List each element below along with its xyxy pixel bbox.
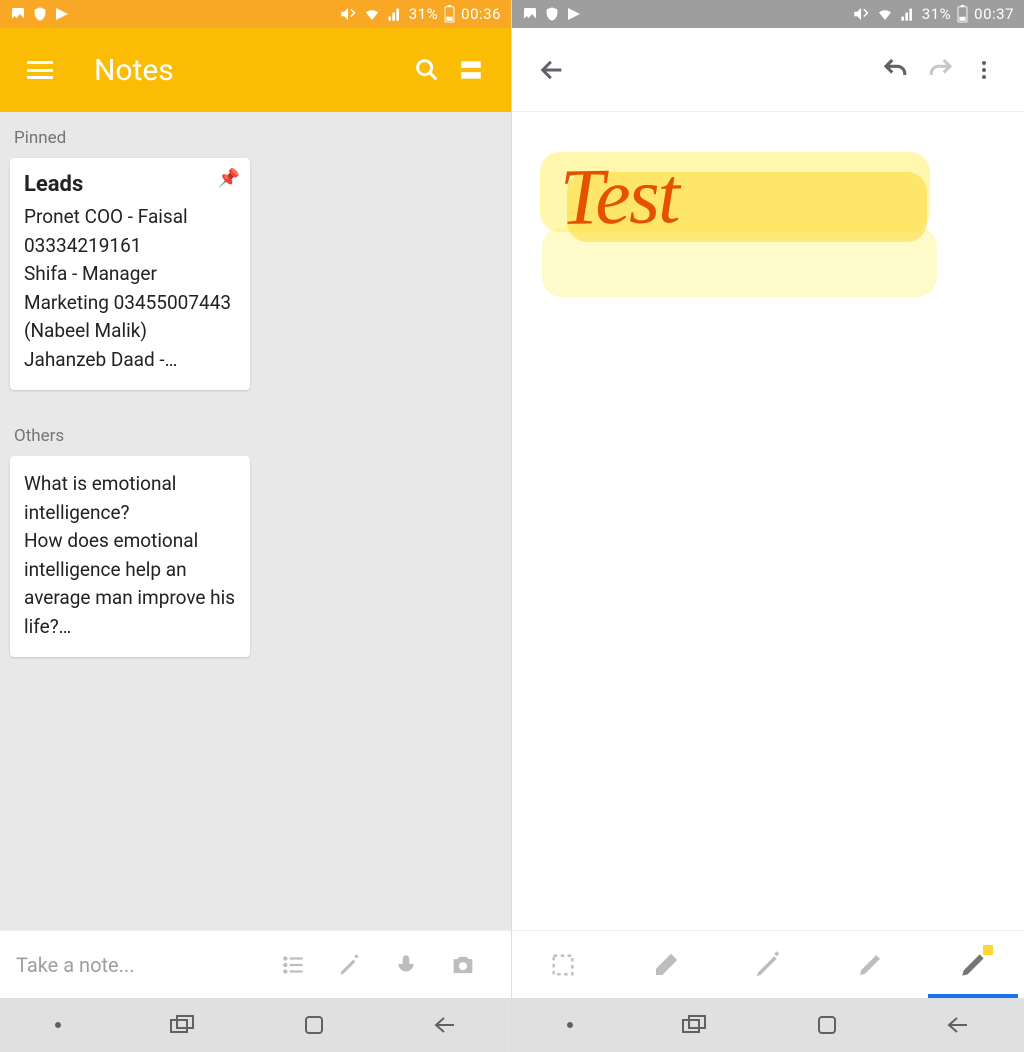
view-toggle-button[interactable] xyxy=(449,48,493,92)
note-title: Leads xyxy=(24,172,236,197)
nav-dot[interactable] xyxy=(53,1020,63,1030)
nav-home-button[interactable] xyxy=(302,1013,326,1037)
note-card-pinned[interactable]: 📌 Leads Pronet COO - Faisal 03334219161 … xyxy=(10,158,250,390)
note-body: What is emotional intelligence? How does… xyxy=(24,470,236,641)
selection-tool[interactable] xyxy=(512,931,614,998)
highlighter-tool[interactable] xyxy=(922,931,1024,998)
menu-button[interactable] xyxy=(18,48,62,92)
play-icon xyxy=(54,6,70,22)
page-title: Notes xyxy=(94,53,405,88)
image-icon xyxy=(522,6,538,22)
handwritten-text: Test xyxy=(559,151,679,244)
selection-icon xyxy=(549,951,577,979)
nav-dot[interactable] xyxy=(565,1020,575,1030)
eraser-tool[interactable] xyxy=(614,931,716,998)
battery-icon xyxy=(444,5,455,23)
more-vert-icon xyxy=(972,58,996,82)
play-icon xyxy=(566,6,582,22)
note-card[interactable]: What is emotional intelligence? How does… xyxy=(10,456,250,657)
pen-tool[interactable] xyxy=(717,931,819,998)
overflow-button[interactable] xyxy=(962,48,1006,92)
search-icon xyxy=(413,56,441,84)
clock-time: 00:36 xyxy=(461,5,501,23)
search-button[interactable] xyxy=(405,48,449,92)
arrow-back-icon xyxy=(538,56,566,84)
system-nav-bar xyxy=(0,998,511,1052)
app-bar xyxy=(512,28,1024,112)
section-pinned-label: Pinned xyxy=(14,128,501,148)
list-button[interactable] xyxy=(281,952,327,978)
pin-icon: 📌 xyxy=(218,168,240,189)
voice-button[interactable] xyxy=(393,952,439,978)
highlighter-icon xyxy=(957,949,989,981)
battery-icon xyxy=(957,5,968,23)
nav-recents-button[interactable] xyxy=(681,1014,709,1036)
back-button[interactable] xyxy=(530,48,574,92)
marker-icon xyxy=(855,950,885,980)
nav-recents-button[interactable] xyxy=(169,1014,197,1036)
mute-icon xyxy=(852,5,870,23)
grid-icon xyxy=(458,57,484,83)
marker-tool[interactable] xyxy=(819,931,921,998)
shield-icon xyxy=(544,6,560,22)
note-body: Pronet COO - Faisal 03334219161 Shifa - … xyxy=(24,203,236,374)
take-note-input[interactable]: Take a note... xyxy=(16,953,271,977)
drawing-toolbar xyxy=(512,930,1024,998)
nav-back-button[interactable] xyxy=(945,1014,971,1036)
system-nav-bar xyxy=(512,998,1024,1052)
notes-list-screen: 31% 00:36 Notes Pinned 📌 Leads Pronet CO… xyxy=(0,0,512,1052)
nav-back-button[interactable] xyxy=(432,1014,458,1036)
undo-icon xyxy=(881,55,911,85)
clock-time: 00:37 xyxy=(974,5,1014,23)
pen-icon xyxy=(753,950,783,980)
drawing-screen: 31% 00:37 Test xyxy=(512,0,1024,1052)
shield-icon xyxy=(32,6,48,22)
image-icon xyxy=(10,6,26,22)
wifi-icon xyxy=(363,5,381,23)
mute-icon xyxy=(339,5,357,23)
undo-button[interactable] xyxy=(874,48,918,92)
camera-button[interactable] xyxy=(449,951,495,979)
eraser-icon xyxy=(651,950,681,980)
menu-icon xyxy=(27,61,53,79)
battery-percent: 31% xyxy=(922,5,951,23)
wifi-icon xyxy=(876,5,894,23)
battery-percent: 31% xyxy=(409,5,438,23)
drawing-canvas[interactable]: Test xyxy=(512,112,1024,930)
status-bar: 31% 00:36 xyxy=(0,0,511,28)
signal-icon xyxy=(900,6,916,22)
redo-button[interactable] xyxy=(918,48,962,92)
draw-button[interactable] xyxy=(337,952,383,978)
signal-icon xyxy=(387,6,403,22)
status-bar: 31% 00:37 xyxy=(512,0,1024,28)
nav-home-button[interactable] xyxy=(815,1013,839,1037)
section-others-label: Others xyxy=(14,426,501,446)
notes-list: Pinned 📌 Leads Pronet COO - Faisal 03334… xyxy=(0,112,511,930)
app-bar: Notes xyxy=(0,28,511,112)
new-note-bar: Take a note... xyxy=(0,930,511,998)
redo-icon xyxy=(925,55,955,85)
